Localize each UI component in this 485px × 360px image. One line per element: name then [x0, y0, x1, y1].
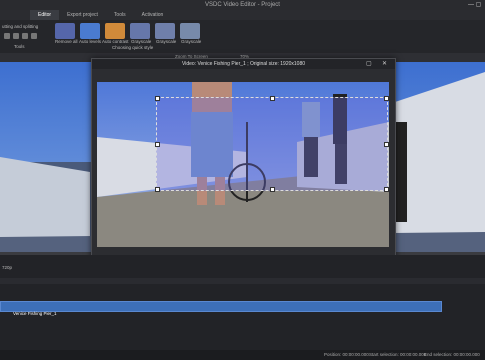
crop-selection[interactable]	[155, 96, 389, 192]
cutting-label: utting and splitting	[2, 24, 39, 29]
tool-icons	[4, 33, 40, 41]
resize-handle[interactable]	[384, 142, 389, 147]
crop-icon[interactable]	[13, 33, 19, 39]
maximize-icon[interactable]: ▢	[366, 59, 372, 69]
window-title: VSDC Video Editor - Project	[0, 0, 485, 10]
rotate-icon[interactable]	[22, 33, 28, 39]
menu-bar: Editor Export project Tools Activation	[0, 10, 485, 20]
resize-handle[interactable]	[155, 187, 160, 192]
style-grayscale-button-3[interactable]	[180, 23, 200, 39]
timeline-ruler[interactable]	[0, 278, 485, 284]
cut-icon[interactable]	[4, 33, 10, 39]
clip-label: Venice Fishing Pier_1	[13, 311, 57, 316]
resize-handle[interactable]	[384, 187, 389, 192]
timeline: 720p Venice Fishing Pier_1	[0, 255, 485, 350]
resize-handle[interactable]	[155, 142, 160, 147]
tools-group-label: Tools	[14, 44, 25, 49]
style-label: Auto contrast	[102, 39, 129, 44]
close-icon[interactable]: ✕	[382, 59, 387, 69]
resize-handle[interactable]	[155, 96, 160, 101]
style-grayscale-button-2[interactable]	[155, 23, 175, 39]
status-position: Position: 00:00:00.000	[324, 352, 369, 357]
ribbon: utting and splitting Tools Remove all Au…	[0, 20, 485, 54]
resize-handle[interactable]	[384, 96, 389, 101]
style-label: Grayscale	[156, 39, 177, 44]
style-auto-levels-button[interactable]	[80, 23, 100, 39]
resize-handle[interactable]	[270, 187, 275, 192]
style-label: Grayscale	[181, 39, 202, 44]
preview-resolution[interactable]: 720p	[2, 265, 12, 270]
menu-item-activation[interactable]: Activation	[134, 10, 172, 20]
style-auto-contrast-button[interactable]	[105, 23, 125, 39]
style-remove-all-button[interactable]	[55, 23, 75, 39]
menu-item-export[interactable]: Export project	[59, 10, 106, 20]
style-label: Grayscale	[131, 39, 152, 44]
dialog-title: Video: Venice Fishing Pier_1 ; Original …	[92, 59, 395, 69]
resize-handle[interactable]	[270, 96, 275, 101]
menu-item-tools[interactable]: Tools	[106, 10, 134, 20]
status-start-selection: Start selection: 00:00:00.000	[369, 352, 427, 357]
style-grayscale-button-1[interactable]	[130, 23, 150, 39]
style-label: Auto levels	[79, 39, 102, 44]
quick-style-group-label: Choosing quick style	[112, 45, 154, 50]
video-clip[interactable]: Venice Fishing Pier_1	[0, 301, 442, 316]
status-bar: Position: 00:00:00.000 Start selection: …	[0, 350, 485, 360]
menu-item-editor[interactable]: Editor	[30, 10, 60, 20]
split-icon[interactable]	[31, 33, 37, 39]
preview-frame[interactable]	[97, 82, 389, 247]
style-label: Remove all	[55, 39, 78, 44]
status-end-selection: End selection: 00:00:00.000	[424, 352, 480, 357]
